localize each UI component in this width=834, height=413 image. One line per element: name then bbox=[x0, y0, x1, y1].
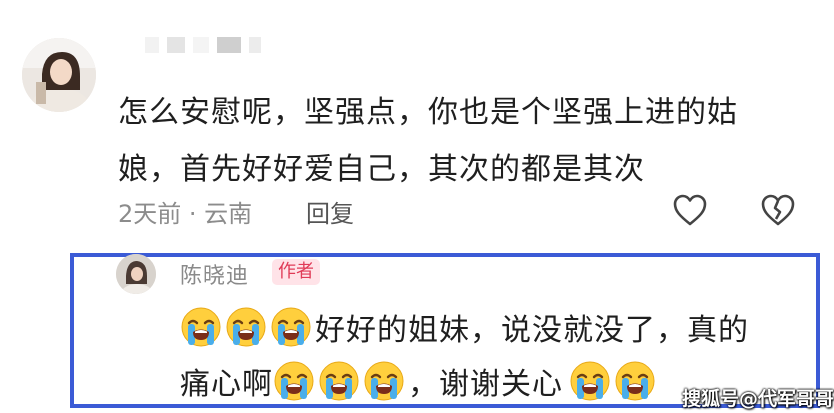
author-badge: 作者 bbox=[272, 259, 320, 285]
comment-text: 怎么安慰呢，坚强点，你也是个坚强上进的姑娘，首先好好爱自己，其次的都是其次 bbox=[118, 95, 738, 187]
redacted-username bbox=[145, 34, 261, 56]
broken-heart-icon[interactable] bbox=[760, 193, 796, 227]
reply-text-line1: 好好的姐妹，说没就没了，真的 bbox=[315, 313, 749, 348]
reply-line-1: 好好的姐妹，说没就没了，真的 bbox=[180, 302, 749, 352]
author-name[interactable]: 陈晓迪 bbox=[180, 258, 249, 290]
reply-button[interactable]: 回复 bbox=[306, 194, 354, 229]
loudly-crying-face-icon bbox=[569, 360, 611, 402]
commenter-avatar[interactable] bbox=[22, 38, 96, 112]
heart-outline-icon[interactable] bbox=[672, 193, 708, 227]
reply-text-line2b: ，谢谢关心 bbox=[408, 367, 563, 402]
author-avatar[interactable] bbox=[116, 254, 156, 294]
loudly-crying-face-icon bbox=[225, 306, 267, 348]
comment-meta: 2天前 · 云南 bbox=[118, 200, 253, 228]
loudly-crying-face-icon bbox=[318, 360, 360, 402]
loudly-crying-face-icon bbox=[273, 360, 315, 402]
loudly-crying-face-icon bbox=[614, 360, 656, 402]
reply-line-2: 痛心啊 ，谢谢关心 bbox=[180, 356, 659, 406]
loudly-crying-face-icon bbox=[180, 306, 222, 348]
watermark: 搜狐号@代军哥哥 bbox=[682, 388, 834, 410]
reply-text-line2a: 痛心啊 bbox=[180, 367, 273, 402]
loudly-crying-face-icon bbox=[270, 306, 312, 348]
loudly-crying-face-icon bbox=[363, 360, 405, 402]
